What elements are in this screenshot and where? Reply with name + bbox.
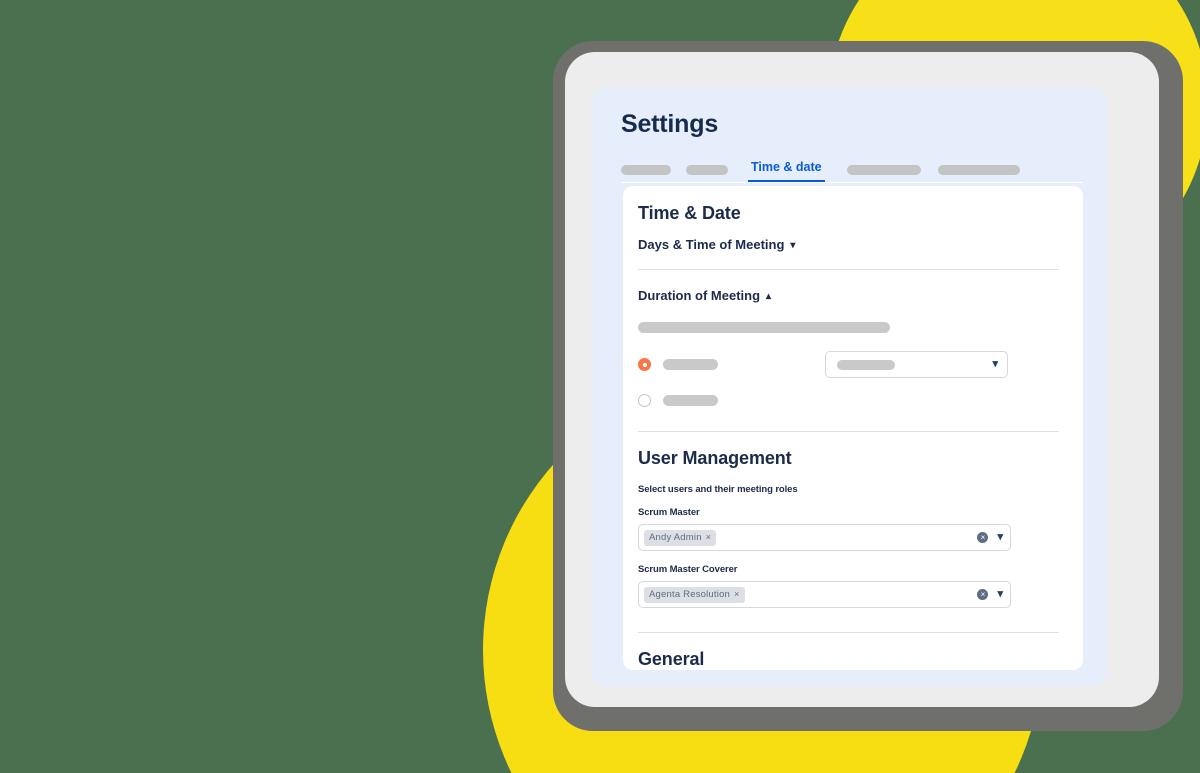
tab-placeholder-1[interactable]	[621, 165, 671, 175]
chevron-down-icon: ▾	[790, 239, 796, 251]
chevron-up-icon: ▴	[766, 290, 772, 302]
section-heading-time-date: Time & Date	[638, 203, 741, 223]
chip-scrum-master[interactable]: Andy Admin ×	[644, 529, 717, 546]
field-label-scrum-master-coverer: Scrum Master Coverer	[638, 564, 738, 575]
duration-description-placeholder	[638, 322, 890, 333]
chevron-down-icon[interactable]: ▾	[997, 532, 1003, 543]
section-heading-user-management: User Management	[638, 448, 792, 468]
chip-label: Agenta Resolution	[649, 588, 731, 600]
clear-icon[interactable]: ×	[977, 589, 989, 600]
section-heading-general: General	[638, 649, 705, 669]
chip-remove-icon[interactable]: ×	[706, 532, 711, 542]
tab-placeholder-2[interactable]	[686, 165, 728, 175]
divider-3	[638, 632, 1059, 633]
tab-time-and-date[interactable]: Time & date	[748, 160, 825, 182]
settings-tab-bar: Time & date	[621, 157, 1083, 183]
chip-label: Andy Admin	[649, 531, 702, 543]
field-label-scrum-master: Scrum Master	[638, 507, 700, 518]
scrum-master-coverer-multiselect[interactable]: Agenta Resolution × × ▾	[638, 581, 1011, 608]
tab-placeholder-4[interactable]	[937, 165, 1020, 175]
duration-option-1-label-placeholder	[663, 359, 718, 370]
tab-placeholder-3[interactable]	[846, 165, 921, 175]
duration-select-value-placeholder	[837, 359, 895, 370]
accordion-days-time-label: Days & Time of Meeting	[638, 237, 785, 252]
page-title: Settings	[621, 110, 719, 138]
radio-unselected-icon[interactable]	[638, 394, 651, 407]
divider-1	[638, 269, 1059, 270]
chevron-down-icon[interactable]: ▾	[997, 589, 1003, 600]
duration-select[interactable]: ▾	[825, 351, 1008, 378]
duration-option-row-2[interactable]	[638, 394, 1059, 407]
accordion-duration-of-meeting[interactable]: Duration of Meeting ▴	[638, 288, 1059, 303]
duration-option-row-1[interactable]	[638, 358, 825, 371]
duration-option-2-label-placeholder	[663, 395, 718, 406]
settings-content-card: Time & Date Days & Time of Meeting ▾ Dur…	[623, 186, 1083, 670]
scrum-master-multiselect[interactable]: Andy Admin × × ▾	[638, 524, 1011, 551]
divider-2	[638, 431, 1059, 432]
chevron-down-icon: ▾	[992, 358, 998, 370]
radio-selected-icon[interactable]	[638, 358, 651, 371]
chip-scrum-master-coverer[interactable]: Agenta Resolution ×	[644, 586, 745, 603]
accordion-days-time-of-meeting[interactable]: Days & Time of Meeting ▾	[638, 237, 1059, 252]
clear-icon[interactable]: ×	[977, 532, 989, 543]
chip-remove-icon[interactable]: ×	[734, 589, 739, 599]
user-management-helper-text: Select users and their meeting roles	[638, 484, 798, 495]
accordion-duration-label: Duration of Meeting	[638, 288, 761, 303]
